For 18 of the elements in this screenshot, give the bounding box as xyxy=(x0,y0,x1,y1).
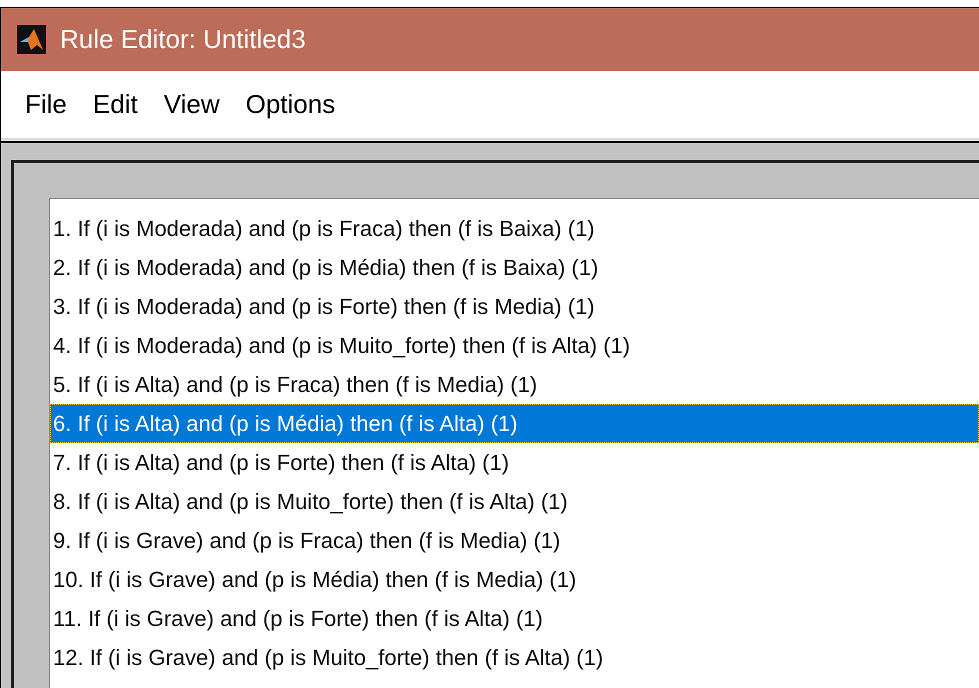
rule-item[interactable]: 4. If (i is Moderada) and (p is Muito_forte) then (f is Alta) (1) xyxy=(50,326,979,365)
menu-item[interactable]: Options xyxy=(240,83,342,126)
rule-item[interactable]: 12. If (i is Grave) and (p is Muito_forte) then (f is Alta) (1) xyxy=(50,638,979,677)
rule-item[interactable]: 1. If (i is Moderada) and (p is Fraca) then (f is Baixa) (1) xyxy=(50,209,979,248)
app-logo-icon xyxy=(17,25,46,54)
window-title: Rule Editor: Untitled3 xyxy=(60,23,306,56)
rule-item[interactable]: 9. If (i is Grave) and (p is Fraca) then (f is Media) (1) xyxy=(50,521,979,560)
rule-item[interactable]: 5. If (i is Alta) and (p is Fraca) then (f is Media) (1) xyxy=(50,365,979,404)
menu-item[interactable]: View xyxy=(158,83,226,126)
rule-item[interactable]: 6. If (i is Alta) and (p is Média) then (f is Alta) (1) xyxy=(50,404,979,443)
rule-item[interactable]: 7. If (i is Alta) and (p is Forte) then (f is Alta) (1) xyxy=(50,443,979,482)
rule-item[interactable]: 8. If (i is Alta) and (p is Muito_forte) then (f is Alta) (1) xyxy=(50,482,979,521)
rule-item[interactable]: 3. If (i is Moderada) and (p is Forte) then (f is Media) (1) xyxy=(50,287,979,326)
menu-item[interactable]: File xyxy=(19,83,73,126)
rule-item[interactable]: 11. If (i is Grave) and (p is Forte) then (f is Alta) (1) xyxy=(50,599,979,638)
menu-item[interactable]: Edit xyxy=(86,83,144,126)
rule-item[interactable]: 2. If (i is Moderada) and (p is Média) then (f is Baixa) (1) xyxy=(50,248,979,287)
rule-item[interactable]: 10. If (i is Grave) and (p is Média) then (f is Media) (1) xyxy=(50,560,979,599)
